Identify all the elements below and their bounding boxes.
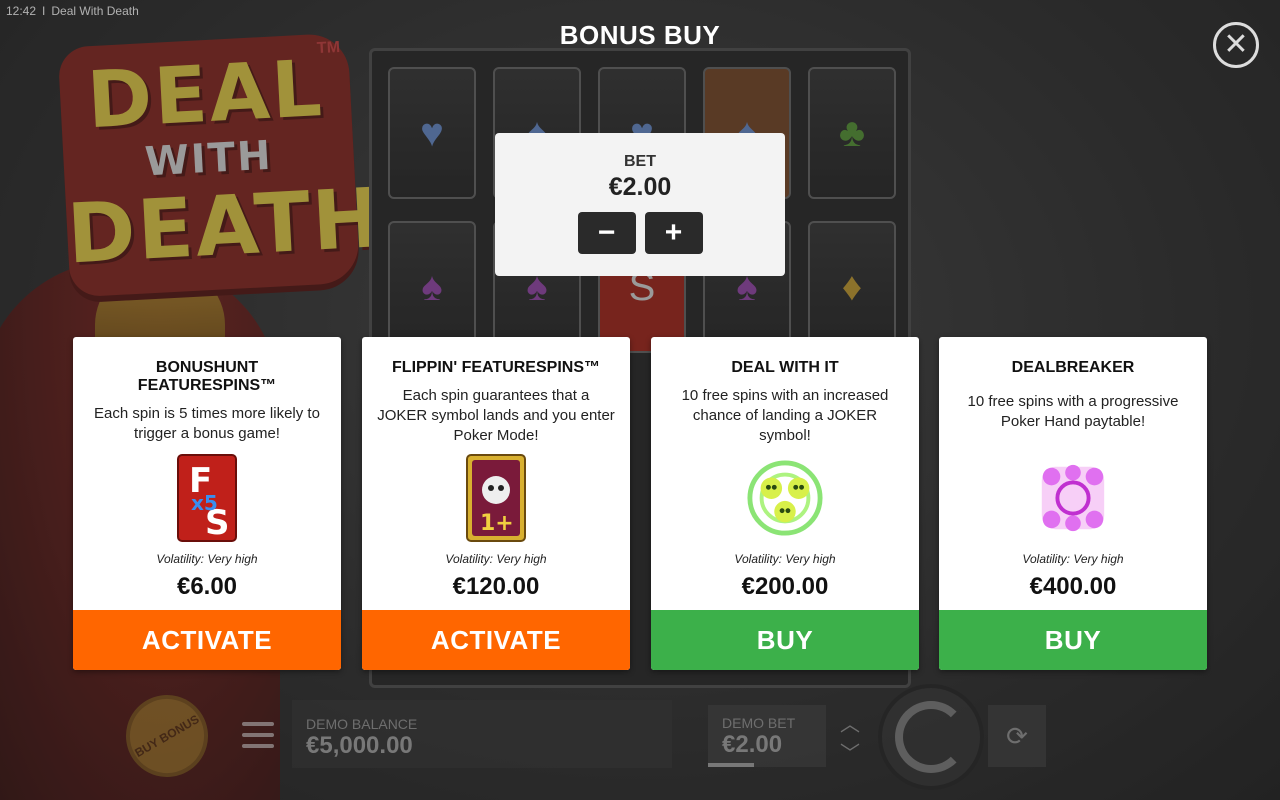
close-icon: ✕	[1223, 28, 1249, 61]
bet-label: BET	[624, 153, 656, 170]
bonus-card-bonushunt: BONUSHUNT FEATURESPINS™ Each spin is 5 t…	[73, 337, 341, 670]
svg-text:1+: 1+	[480, 511, 514, 536]
buy-button[interactable]: BUY	[651, 610, 919, 670]
card-volatility: Volatility: Very high	[156, 552, 258, 566]
card-title: DEAL WITH IT	[731, 359, 839, 376]
card-volatility: Volatility: Very high	[734, 552, 836, 566]
buy-button[interactable]: BUY	[939, 610, 1207, 670]
pink-skulls-icon	[1034, 453, 1112, 543]
card-description: Each spin is 5 times more likely to trig…	[94, 405, 320, 442]
card-title: FLIPPIN' FEATURESPINS™	[392, 359, 600, 376]
green-skulls-icon	[746, 453, 824, 543]
card-volatility: Volatility: Very high	[445, 552, 547, 566]
card-title: DEALBREAKER	[1011, 359, 1135, 376]
bonus-cards: BONUSHUNT FEATURESPINS™ Each spin is 5 t…	[73, 337, 1207, 670]
card-title: BONUSHUNT FEATURESPINS™	[137, 359, 277, 394]
joker-card-icon: 1+	[457, 453, 535, 543]
bet-selector: BET €2.00 − +	[495, 133, 785, 276]
bonus-card-flippin: FLIPPIN' FEATURESPINS™ Each spin guarant…	[362, 337, 630, 670]
card-price: €200.00	[741, 573, 829, 600]
card-price: €6.00	[176, 573, 238, 600]
bet-increase-button[interactable]: +	[644, 212, 703, 254]
modal-title: BONUS BUY	[559, 20, 721, 50]
fs-x5-card-icon: F S x5	[168, 453, 246, 543]
svg-text:x5: x5	[191, 491, 218, 515]
activate-button[interactable]: ACTIVATE	[73, 610, 341, 670]
activate-button[interactable]: ACTIVATE	[362, 610, 630, 670]
card-volatility: Volatility: Very high	[1022, 552, 1124, 566]
bet-decrease-button[interactable]: −	[577, 212, 636, 254]
bonus-card-deal-with-it: DEAL WITH IT 10 free spins with an incre…	[651, 337, 919, 670]
close-button[interactable]: ✕	[1213, 22, 1259, 68]
bonus-card-dealbreaker: DEALBREAKER 10 free spins with a progres…	[939, 337, 1207, 670]
card-description: 10 free spins with an increased chance o…	[681, 387, 889, 444]
card-description: Each spin guarantees that a JOKER symbol…	[377, 387, 615, 444]
bet-value: €2.00	[608, 173, 672, 201]
card-price: €400.00	[1029, 573, 1117, 600]
card-price: €120.00	[452, 573, 540, 600]
card-description: 10 free spins with a progressive Poker H…	[967, 393, 1179, 430]
